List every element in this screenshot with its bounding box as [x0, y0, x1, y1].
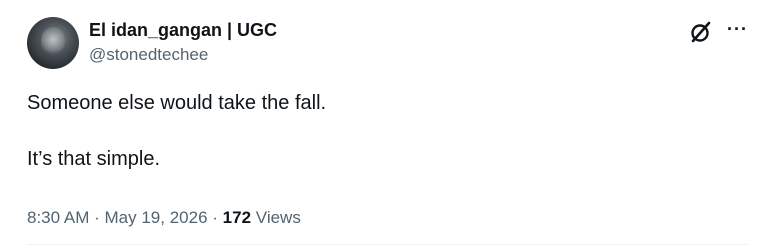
post-meta: 8:30 AM · May 19, 2026 · 172 Views — [27, 208, 301, 228]
user-handle[interactable]: @stonedtechee — [89, 44, 277, 66]
post-line: It’s that simple. — [27, 148, 161, 170]
display-name[interactable]: El idan_gangan | UGC — [89, 19, 277, 41]
post-line: Someone else would take the fall. — [27, 92, 327, 114]
meta-separator: · — [212, 208, 218, 227]
avatar[interactable] — [27, 17, 79, 69]
grok-icon[interactable] — [689, 20, 713, 44]
post-text: Someone else would take the fall. It’s t… — [27, 90, 326, 172]
author-block: El idan_gangan | UGC @stonedtechee — [89, 19, 277, 66]
tweet-actions: ··· — [689, 20, 748, 44]
post-time[interactable]: 8:30 AM — [27, 208, 89, 227]
views-label: Views — [255, 208, 301, 227]
views-count: 172 — [222, 208, 252, 227]
meta-separator: · — [94, 208, 100, 227]
tweet-card: El idan_gangan | UGC @stonedtechee ··· S… — [0, 0, 770, 245]
more-icon[interactable]: ··· — [727, 20, 748, 38]
post-date[interactable]: May 19, 2026 — [105, 208, 208, 227]
avatar-image — [41, 27, 65, 55]
